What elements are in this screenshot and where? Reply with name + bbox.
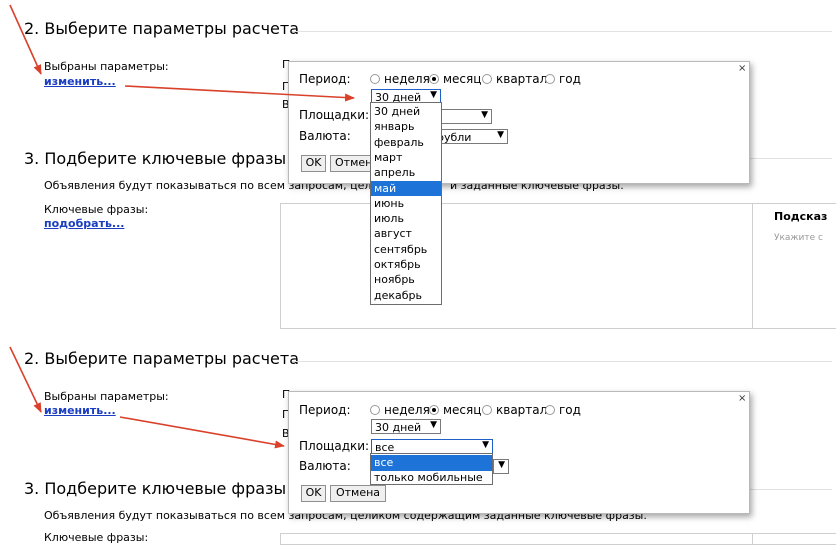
arrow-to-platforms-select: [119, 416, 285, 449]
arrow-to-change-link-1: [9, 4, 42, 75]
annotation-arrows: [9, 4, 355, 449]
arrow-to-change-link-2: [9, 346, 42, 413]
arrow-to-days-select: [124, 85, 355, 102]
